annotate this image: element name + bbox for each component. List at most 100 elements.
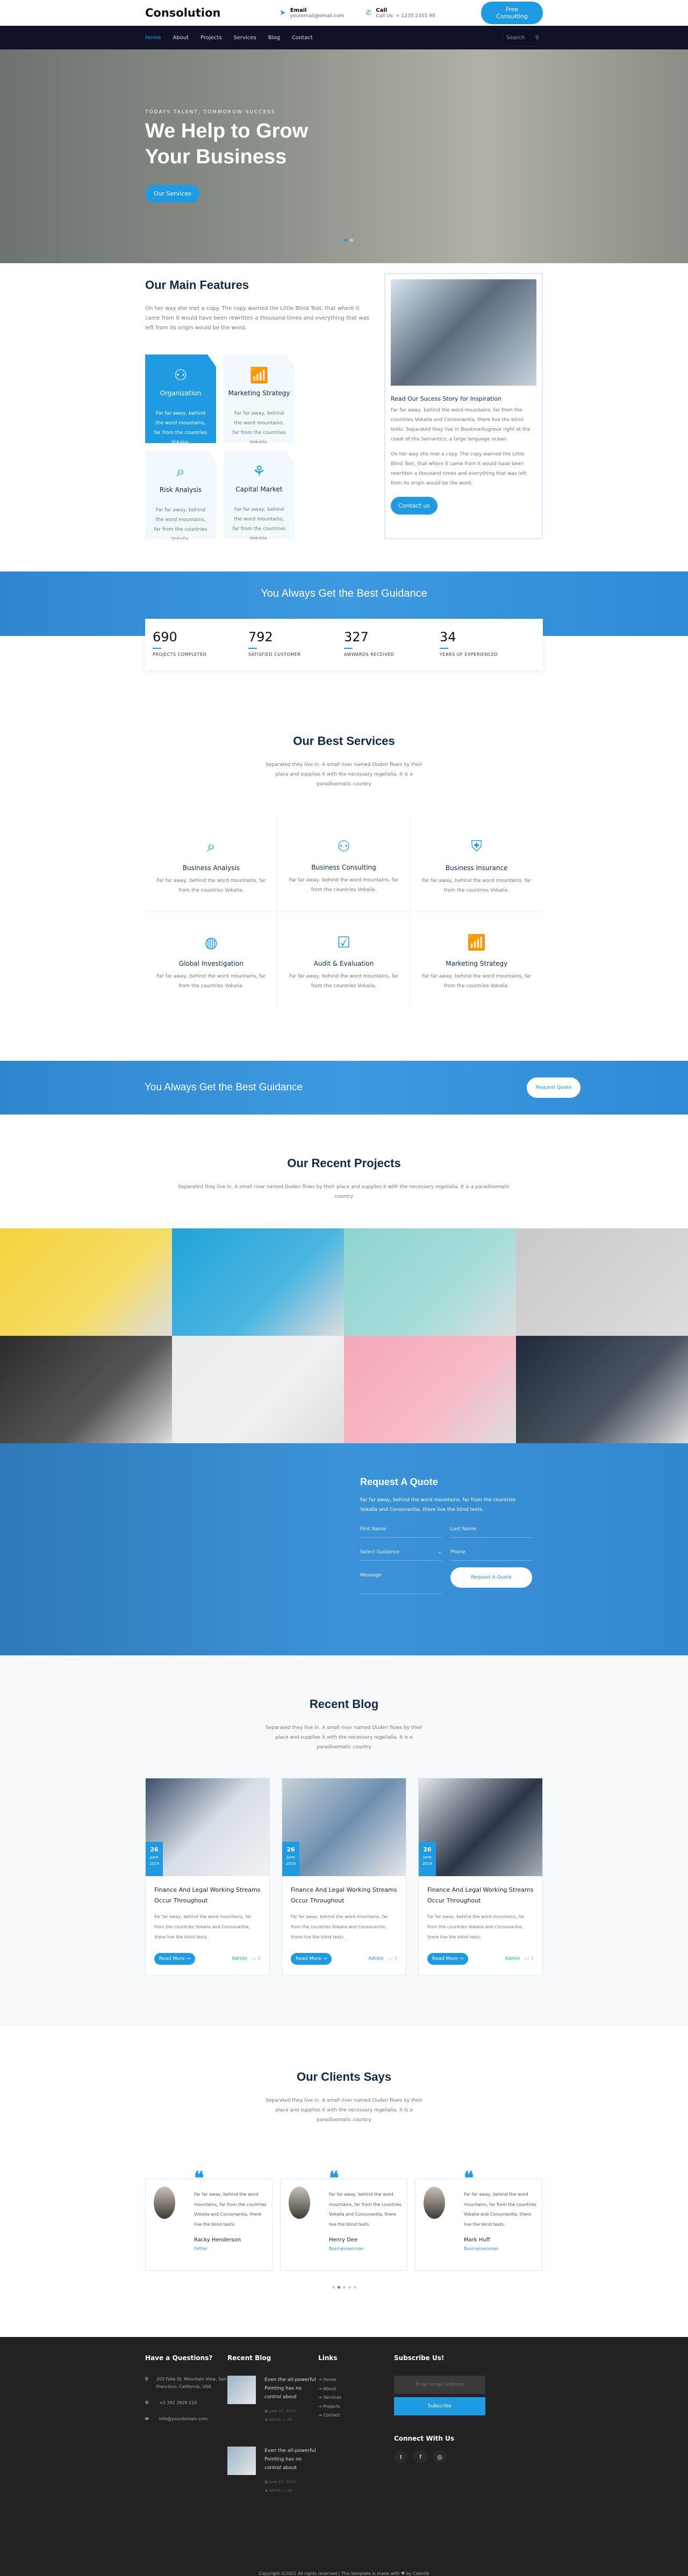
marketing-chart-icon: 📶 bbox=[467, 934, 486, 951]
service-item[interactable]: 📶 Marketing Strategy Far far away, behind … bbox=[410, 912, 543, 1007]
guidance-select[interactable]: Select Guidance ⌄ bbox=[360, 1550, 442, 1561]
feature-card[interactable]: ⚘ Capital Market Far far away, behind the … bbox=[224, 451, 295, 539]
blog-image[interactable]: 26 June 2019 bbox=[419, 1778, 542, 1876]
project-image[interactable] bbox=[344, 1228, 516, 1336]
address: 203 Fake St. Mountain View, San Francisc… bbox=[156, 2377, 227, 2389]
blog-image[interactable]: 26 June 2019 bbox=[282, 1778, 406, 1876]
project-image[interactable] bbox=[516, 1228, 688, 1336]
comment-count[interactable]: ▭ 3 bbox=[388, 1956, 397, 1962]
project-image[interactable] bbox=[0, 1228, 172, 1336]
subscribe-email-input[interactable] bbox=[394, 2376, 486, 2394]
story-title: Read Our Sucess Story for Inspiration bbox=[391, 395, 502, 402]
clients-section: Our Clients Says Separated they live in.… bbox=[0, 2027, 688, 2337]
quote-section: Request A Quote Far far away, behind the… bbox=[0, 1443, 688, 1655]
feature-card[interactable]: ⚇ Organization Far far away, behind the wo… bbox=[145, 354, 216, 443]
project-image[interactable] bbox=[172, 1228, 344, 1336]
author-link[interactable]: Admin bbox=[505, 1956, 520, 1962]
phone-icon: ✆ bbox=[366, 9, 372, 17]
nav-about[interactable]: About bbox=[173, 35, 189, 41]
footer-link-contact[interactable]: → Contact bbox=[318, 2411, 394, 2420]
footer-email[interactable]: info@yourdomain.com bbox=[159, 2415, 207, 2423]
arrow-right-icon: → bbox=[318, 2404, 324, 2409]
carousel-dot[interactable] bbox=[348, 2286, 351, 2289]
slide-dot[interactable] bbox=[350, 238, 353, 242]
facebook-icon[interactable]: f bbox=[413, 2450, 428, 2464]
read-more-button[interactable]: Read More → bbox=[427, 1953, 469, 1965]
footer-link-home[interactable]: → Home bbox=[318, 2376, 394, 2385]
stat-item: 690 PROJECTS COMPLETED bbox=[153, 629, 248, 657]
request-a-quote-button[interactable]: Request A Quote bbox=[450, 1567, 532, 1588]
comment-icon: ▭ bbox=[281, 2488, 287, 2493]
footer-link-projects[interactable]: → Projects bbox=[318, 2403, 394, 2412]
carousel-dot[interactable] bbox=[342, 2286, 346, 2289]
carousel-dot[interactable] bbox=[337, 2286, 340, 2289]
stat-value: 327 bbox=[344, 629, 369, 645]
carousel-dot[interactable] bbox=[332, 2286, 335, 2289]
blog-post-title[interactable]: Finance And Legal Working Streams Occur … bbox=[291, 1885, 397, 1906]
service-item[interactable]: ⛨ Business Insurance Far far away, behind … bbox=[410, 816, 543, 912]
project-image[interactable] bbox=[172, 1336, 344, 1443]
testimonial-dots bbox=[145, 2286, 543, 2289]
footer-blog-title[interactable]: Even the all-powerful Pointing has no co… bbox=[264, 2447, 318, 2472]
carousel-dot[interactable] bbox=[353, 2286, 356, 2289]
service-item[interactable]: ☑ Audit & Evaluation Far far away, behind … bbox=[278, 912, 411, 1007]
twitter-icon[interactable]: t bbox=[394, 2450, 408, 2464]
free-consulting-button[interactable]: Free Consulting bbox=[481, 2, 543, 24]
features-text: On her way she met a copy. The copy warn… bbox=[145, 306, 369, 331]
footer-phone[interactable]: +2 392 3929 210 bbox=[159, 2399, 197, 2407]
feature-title: Capital Market bbox=[235, 486, 283, 493]
request-quote-button[interactable]: Request Quote bbox=[527, 1077, 580, 1098]
phone-field[interactable]: Phone bbox=[450, 1550, 532, 1561]
subscribe-button[interactable]: Subscribe bbox=[394, 2397, 486, 2415]
feature-card[interactable]: ⌕ Risk Analysis Far far away, behind the w… bbox=[145, 451, 216, 539]
project-image[interactable] bbox=[0, 1336, 172, 1443]
email-value[interactable]: youremail@email.com bbox=[290, 13, 345, 19]
blog-post-title[interactable]: Finance And Legal Working Streams Occur … bbox=[427, 1885, 534, 1906]
author-link[interactable]: Admin bbox=[232, 1956, 247, 1962]
read-more-button[interactable]: Read More → bbox=[291, 1953, 332, 1965]
last-name-field[interactable]: Last Name bbox=[450, 1526, 532, 1538]
feature-card[interactable]: 📶 Marketing Strategy Far far away, behind … bbox=[224, 354, 295, 443]
service-text: Far far away, behind the word mountains,… bbox=[289, 878, 399, 893]
footer-link-services[interactable]: → Services bbox=[318, 2393, 394, 2403]
comment-count[interactable]: ▭ 3 bbox=[525, 1956, 534, 1962]
footer-blog-thumb[interactable] bbox=[227, 2447, 256, 2475]
logo[interactable]: Consolution bbox=[145, 6, 280, 19]
nav-services[interactable]: Services bbox=[234, 35, 256, 41]
date-year: 2019 bbox=[286, 1862, 296, 1866]
blog-footer: Read More → Admin ▭ 3 bbox=[154, 1953, 261, 1965]
blog-card: 26 June 2019 Finance And Legal Working Stre… bbox=[145, 1778, 270, 1976]
service-item[interactable]: ⚇ Business Consulting Far far away, behind… bbox=[277, 816, 411, 912]
blog-image[interactable]: 26 June 2019 bbox=[146, 1778, 269, 1876]
slide-dot[interactable] bbox=[344, 238, 347, 242]
first-name-field[interactable]: First Name bbox=[360, 1526, 442, 1538]
footer-blog-item[interactable]: Even the all-powerful Pointing has no co… bbox=[227, 2376, 318, 2424]
call-value[interactable]: Call Us: + 1235 2355 98 bbox=[376, 13, 435, 19]
stat-item: 34 YEARS OF EXPERIENCED bbox=[440, 629, 535, 657]
message-field[interactable]: Message bbox=[360, 1573, 442, 1594]
comment-count[interactable]: ▭ 3 bbox=[252, 1956, 261, 1962]
project-image[interactable] bbox=[516, 1336, 688, 1443]
author-link[interactable]: Admin bbox=[368, 1956, 384, 1962]
service-item[interactable]: ⌕ Business Analysis Far far away, behind t… bbox=[145, 816, 278, 912]
our-services-button[interactable]: Our Services bbox=[145, 185, 200, 202]
nav-home[interactable]: Home bbox=[145, 35, 161, 41]
search-icon[interactable]: ⚲ bbox=[535, 35, 539, 41]
blog-post-title[interactable]: Finance And Legal Working Streams Occur … bbox=[154, 1885, 261, 1906]
read-more-button[interactable]: Read More → bbox=[154, 1953, 196, 1965]
nav-blog[interactable]: Blog bbox=[268, 35, 280, 41]
cta-title: You Always Get the Best Guidance bbox=[145, 1082, 303, 1093]
footer-blog-item[interactable]: Even the all-powerful Pointing has no co… bbox=[227, 2447, 318, 2495]
features-section: Our Main Features On her way she met a c… bbox=[0, 263, 688, 571]
footer-blog-title[interactable]: Even the all-powerful Pointing has no co… bbox=[264, 2376, 318, 2401]
contact-us-button[interactable]: Contact us bbox=[391, 497, 438, 515]
nav-projects[interactable]: Projects bbox=[200, 35, 221, 41]
search-input[interactable]: Search ⚲ bbox=[503, 28, 543, 47]
risk-analysis-icon: ⌕ bbox=[176, 462, 185, 480]
nav-contact[interactable]: Contact bbox=[292, 35, 313, 41]
project-image[interactable] bbox=[344, 1336, 516, 1443]
instagram-icon[interactable]: ◎ bbox=[433, 2450, 447, 2464]
service-item[interactable]: ◍ Global Investigation Far far away, behin… bbox=[145, 912, 278, 1007]
footer-link-about[interactable]: → About bbox=[318, 2385, 394, 2394]
footer-blog-thumb[interactable] bbox=[227, 2376, 256, 2404]
